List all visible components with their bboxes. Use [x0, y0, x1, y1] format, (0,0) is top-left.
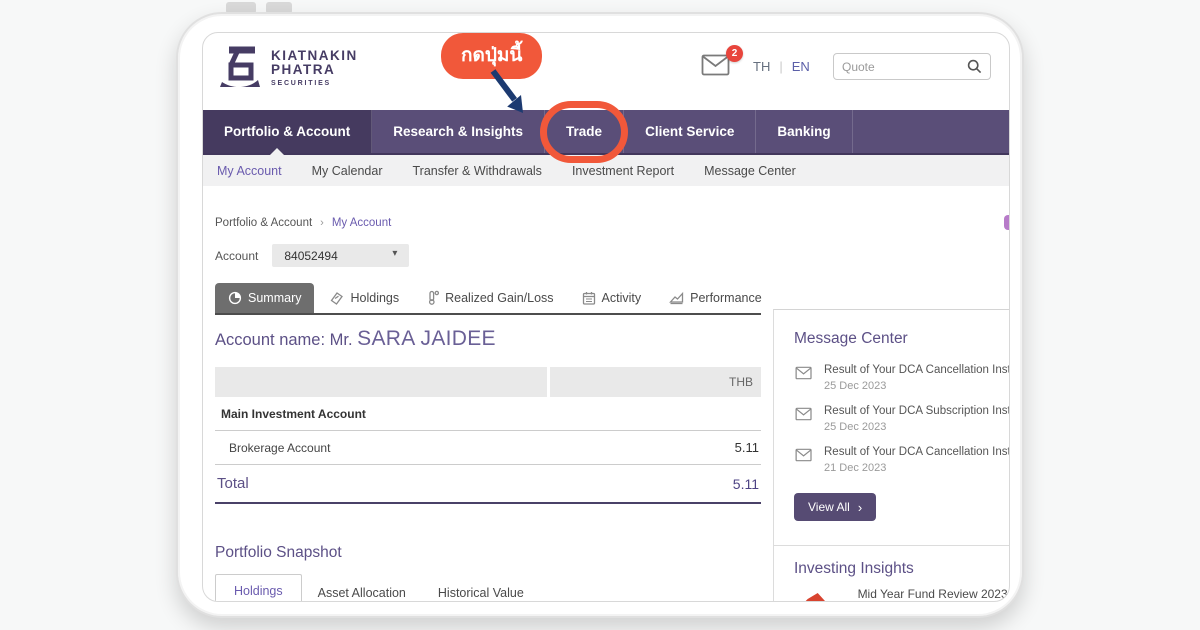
clipped-edge-element	[1004, 215, 1010, 230]
table-row: Brokerage Account 5.11	[215, 431, 761, 465]
tab-realized-gain-loss[interactable]: Realized Gain/Loss	[414, 282, 566, 313]
pie-chart-icon	[228, 291, 242, 305]
right-sidebar: Message Center Result of Your DCA Cancel…	[773, 309, 1010, 602]
list-item[interactable]: Result of Your DCA Cancellation Instruct…	[794, 446, 1010, 474]
breadcrumb: Portfolio & Account › My Account	[215, 217, 391, 229]
message-list: Result of Your DCA Cancellation Instruct…	[794, 364, 1010, 474]
account-name-heading: Account name: Mr. SARA JAIDEE	[215, 327, 761, 351]
subnav-item-investment-report[interactable]: Investment Report	[572, 164, 674, 178]
nav-item-client-service[interactable]: Client Service	[624, 110, 756, 153]
total-value: 5.11	[733, 476, 759, 492]
list-item[interactable]: Result of Your DCA Subscription Instruct…	[794, 405, 1010, 433]
accounts-table-header: THB	[215, 367, 761, 397]
snapshot-tab-historical-value[interactable]: Historical Value	[422, 577, 540, 602]
snapshot-tab-holdings[interactable]: Holdings	[215, 574, 302, 602]
lang-en-button[interactable]: EN	[792, 59, 810, 74]
nav-item-portfolio-account[interactable]: Portfolio & Account	[203, 110, 372, 153]
unread-count-badge: 2	[726, 45, 743, 62]
main-navbar: Portfolio & Account Research & Insights …	[203, 110, 1010, 155]
breadcrumb-current: My Account	[332, 217, 391, 229]
mail-button[interactable]: 2	[701, 53, 735, 81]
message-subject: Result of Your DCA Cancellation Instruct…	[824, 364, 1010, 376]
table-header-blank-cell	[215, 367, 547, 397]
lang-separator: |	[779, 59, 782, 74]
logo-text-line1: KIATNAKIN	[271, 49, 358, 63]
subnav-item-message-center[interactable]: Message Center	[704, 164, 796, 178]
message-center-title: Message Center	[794, 330, 1010, 348]
tab-summary[interactable]: Summary	[215, 283, 314, 313]
browser-screen: KIATNAKIN PHATRA SECURITIES 2 TH | EN	[202, 32, 1010, 602]
search-icon[interactable]	[967, 59, 982, 74]
breadcrumb-separator: ›	[320, 217, 324, 229]
callout-arrow-icon	[485, 69, 535, 121]
account-dropdown[interactable]: 84052494 ▾	[272, 244, 409, 267]
nav-item-trade[interactable]: Trade	[545, 110, 624, 153]
thermometer-icon	[427, 290, 439, 305]
lang-th-button[interactable]: TH	[753, 59, 770, 74]
table-total-row: Total 5.11	[215, 465, 761, 504]
language-switcher: TH | EN	[753, 59, 810, 74]
active-nav-caret	[269, 148, 285, 156]
subnav-item-my-calendar[interactable]: My Calendar	[312, 164, 383, 178]
subnav-item-transfer-withdrawals[interactable]: Transfer & Withdrawals	[413, 164, 542, 178]
calendar-icon	[582, 291, 596, 305]
article-thumbnail	[794, 593, 840, 602]
banknote-icon	[329, 291, 344, 305]
envelope-icon	[794, 405, 814, 421]
logo-text-line2: PHATRA	[271, 63, 358, 77]
panel-divider	[774, 545, 1010, 546]
message-date: 21 Dec 2023	[824, 462, 1010, 474]
total-label: Total	[217, 475, 249, 492]
account-label: Account	[215, 249, 258, 263]
tab-holdings[interactable]: Holdings	[316, 283, 412, 313]
breadcrumb-parent[interactable]: Portfolio & Account	[215, 217, 312, 229]
envelope-icon	[794, 446, 814, 462]
view-all-button[interactable]: View All ›	[794, 493, 876, 521]
row-label: Brokerage Account	[229, 441, 330, 455]
account-dropdown-value: 84052494	[284, 249, 337, 263]
logo-text-line3: SECURITIES	[271, 80, 358, 87]
chevron-down-icon: ▾	[392, 248, 397, 259]
table-header-currency: THB	[550, 367, 761, 397]
snapshot-tab-asset-allocation[interactable]: Asset Allocation	[302, 577, 422, 602]
list-item[interactable]: Result of Your DCA Cancellation Instruct…	[794, 364, 1010, 392]
tablet-frame: KIATNAKIN PHATRA SECURITIES 2 TH | EN	[176, 12, 1024, 618]
message-date: 25 Dec 2023	[824, 380, 1010, 392]
table-group-row: Main Investment Account	[215, 397, 761, 431]
logo-glyph-icon	[217, 45, 261, 91]
list-item[interactable]: Mid Year Fund Review 2023:	[794, 587, 1010, 602]
sub-navbar: My Account My Calendar Transfer & Withdr…	[203, 155, 1010, 186]
subnav-item-my-account[interactable]: My Account	[217, 164, 282, 178]
portfolio-snapshot-title: Portfolio Snapshot	[215, 544, 761, 562]
envelope-icon	[794, 364, 814, 380]
message-subject: Result of Your DCA Cancellation Instruct…	[824, 446, 1010, 458]
account-selector-row: Account 84052494 ▾	[215, 244, 409, 267]
summary-panel: Account name: Mr. SARA JAIDEE THB Main I…	[215, 327, 761, 602]
quote-search-box	[833, 53, 991, 80]
snapshot-tab-strip: Holdings Asset Allocation Historical Val…	[215, 574, 761, 602]
investing-insights-title: Investing Insights	[794, 560, 1010, 578]
tab-activity[interactable]: Activity	[569, 283, 655, 313]
quote-search-input[interactable]	[842, 60, 967, 74]
message-date: 25 Dec 2023	[824, 421, 1010, 433]
message-subject: Result of Your DCA Subscription Instruct…	[824, 405, 1010, 417]
article-title: Mid Year Fund Review 2023:	[858, 587, 1010, 601]
chevron-right-icon: ›	[858, 501, 862, 514]
account-holder-name: SARA JAIDEE	[357, 327, 496, 350]
line-chart-icon	[669, 291, 684, 305]
summary-tab-strip: Summary Holdings Realized Gain/Loss	[215, 282, 761, 315]
nav-item-banking[interactable]: Banking	[756, 110, 852, 153]
tab-performance[interactable]: Performance	[656, 283, 775, 313]
kiatnakin-phatra-logo: KIATNAKIN PHATRA SECURITIES	[217, 45, 358, 91]
row-value: 5.11	[735, 440, 759, 455]
